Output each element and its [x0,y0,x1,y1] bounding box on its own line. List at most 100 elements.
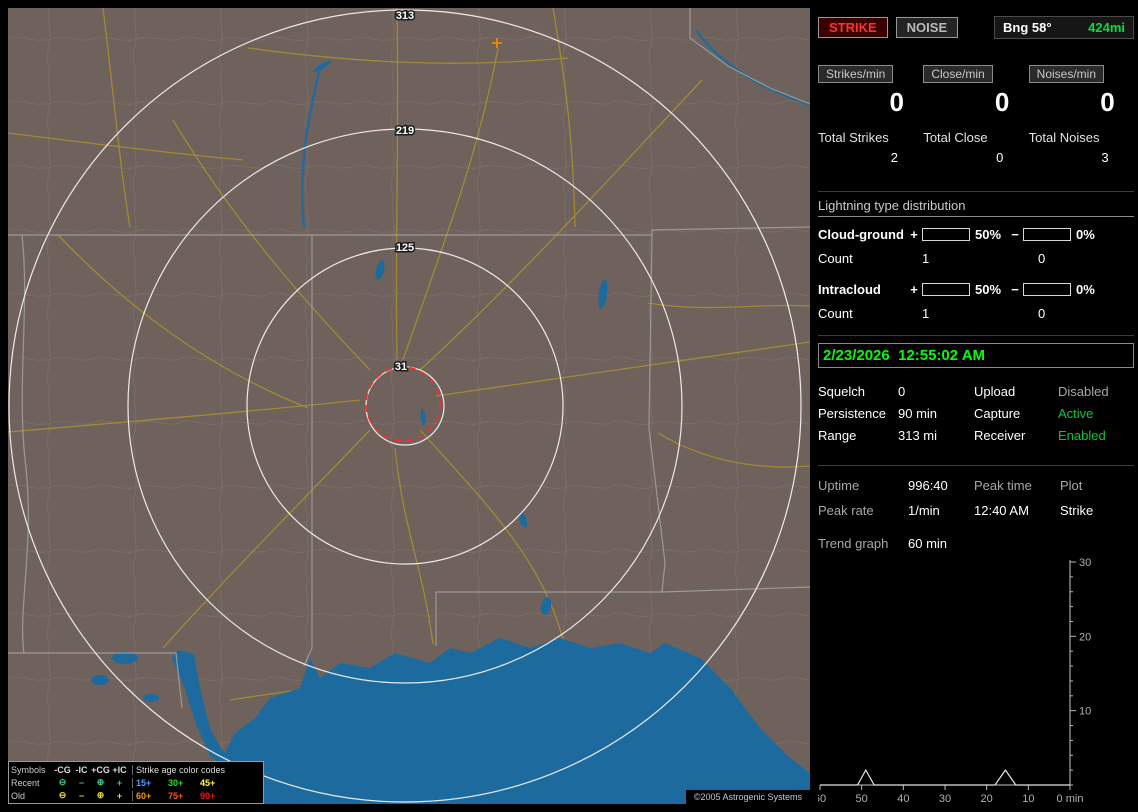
uptime-label: Uptime [818,478,860,493]
noises-per-min-value: 0 [1100,87,1115,117]
ring-label-125: 125 [396,242,414,254]
capture-label: Capture [974,406,1021,421]
ic-negative-pct: 0% [1076,282,1095,297]
trend-graph-row: Trend graph 60 min [818,536,1134,551]
age-60: 60+ [136,790,152,801]
age-15: 15+ [136,777,152,788]
peak-rate-label: Peak rate [818,503,874,518]
upload-label: Upload [974,384,1016,399]
age-90: 90+ [200,790,216,801]
legend-old-row: Old ⊖ − ⊕ + 60+ 75+ 90+ [11,789,261,802]
legend-old-label: Old [11,790,26,801]
svg-text:40: 40 [897,793,909,805]
rates-row: Strikes/min 0 Close/min 0 Noises/min 0 [818,65,1134,118]
noise-button[interactable]: NOISE [895,17,959,38]
svg-text:50: 50 [856,793,868,805]
cg-positive-count: 1 [922,251,930,266]
ic-plus-icon: + [116,777,123,788]
lightning-map[interactable]: 313 219 125 31 Symbols -CG -IC +CG +IC S… [8,8,810,804]
peak-rate-value: 1/min [908,503,940,518]
totals-row: Total Strikes 2 Total Close 0 Total Nois… [818,130,1134,165]
legend-header-row: Symbols -CG -IC +CG +IC Strike age color… [11,763,261,776]
app-window: 313 219 125 31 Symbols -CG -IC +CG +IC S… [0,0,1138,812]
ic-minus-old-icon: − [78,790,85,801]
minus-sign: − [1011,282,1019,297]
receiver-value: Enabled [1058,428,1106,443]
ic-plus-old-icon: + [116,790,123,801]
legend-col-pos-ic: +IC [112,764,127,775]
uptime-value: 996:40 [908,478,948,493]
bearing-box: Bng 58° 424mi [994,16,1134,39]
svg-text:20: 20 [1079,631,1091,643]
range-label: Range [818,428,857,443]
strikes-per-min: Strikes/min 0 [818,65,923,118]
cloud-ground-row: Cloud-ground + 50% − 0% [818,227,1134,242]
close-per-min-value: 0 [994,87,1010,117]
plot-value: Strike [1060,503,1094,518]
legend-ages-header: Strike age color codes [132,764,261,775]
svg-text:30: 30 [939,793,951,805]
ic-count-label: Count [818,306,853,321]
ic-positive-count: 1 [922,306,930,321]
intracloud-label: Intracloud [818,282,881,297]
persistence-label: Persistence [818,406,886,421]
ring-label-31: 31 [395,361,407,373]
legend-col-neg-cg: -CG [54,764,71,775]
clock: 2/23/2026 12:55:02 AM [818,343,1134,368]
age-75: 75+ [168,790,184,801]
ic-count-row: Count 1 0 [818,306,1134,321]
range-value: 313 mi [898,428,938,443]
age-45: 45+ [200,777,216,788]
map-legend: Symbols -CG -IC +CG +IC Strike age color… [8,761,264,804]
noises-per-min-label: Noises/min [1028,65,1105,83]
strikes-per-min-label: Strikes/min [818,65,894,83]
cloud-ground-label: Cloud-ground [818,227,904,242]
cg-plus-old-icon: ⊕ [96,790,105,800]
plus-sign: + [910,282,918,297]
peak-time-value: 12:40 AM [974,503,1029,518]
ic-positive-pct: 50% [975,282,1002,297]
capture-value: Active [1058,406,1094,421]
total-close-label: Total Close [923,130,988,145]
copyright: ©2005 Astrogenic Systems [685,790,810,804]
svg-text:20: 20 [981,793,993,805]
receiver-label: Receiver [974,428,1026,443]
indicator-row: STRIKE NOISE Bng 58° 424mi [818,16,1134,39]
trend-window-value: 60 min [908,536,948,551]
age-30: 30+ [168,777,184,788]
total-close-value: 0 [996,150,1004,165]
cg-minus-old-icon: ⊖ [58,790,67,800]
ic-minus-icon: − [78,777,85,788]
total-close: Total Close 0 [923,130,1028,165]
svg-text:10: 10 [1022,793,1034,805]
legend-symbols-header: Symbols [11,764,46,775]
cg-negative-bar [1023,228,1071,241]
plus-sign: + [910,227,918,242]
cg-positive-pct: 50% [975,227,1002,242]
noises-per-min: Noises/min 0 [1028,65,1134,118]
divider [818,335,1134,336]
ic-negative-bar [1023,283,1071,296]
ic-positive-bar [922,283,970,296]
map-canvas[interactable]: 313 219 125 31 [8,8,810,804]
plot-label: Plot [1060,478,1083,493]
svg-text:0 min: 0 min [1057,793,1084,805]
trend-graph-label: Trend graph [818,536,889,551]
divider [818,465,1134,466]
minus-sign: − [1011,227,1019,242]
strike-button[interactable]: STRIKE [818,17,888,38]
squelch-value: 0 [898,384,906,399]
svg-text:60: 60 [818,793,826,805]
divider [818,191,1134,192]
close-per-min-label: Close/min [923,65,993,83]
ring-label-219: 219 [396,125,414,137]
trend-graph: 10 20 30 60 50 40 30 20 10 0 min [814,557,1091,805]
strikes-per-min-value: 0 [889,87,904,117]
cg-count-label: Count [818,251,853,266]
cg-minus-icon: ⊖ [58,777,67,787]
ring-label-313: 313 [396,10,414,22]
total-noises-label: Total Noises [1028,130,1100,145]
total-noises: Total Noises 3 [1029,130,1134,165]
total-strikes-value: 2 [890,150,898,165]
legend-old-ages: 60+ 75+ 90+ [132,790,261,801]
